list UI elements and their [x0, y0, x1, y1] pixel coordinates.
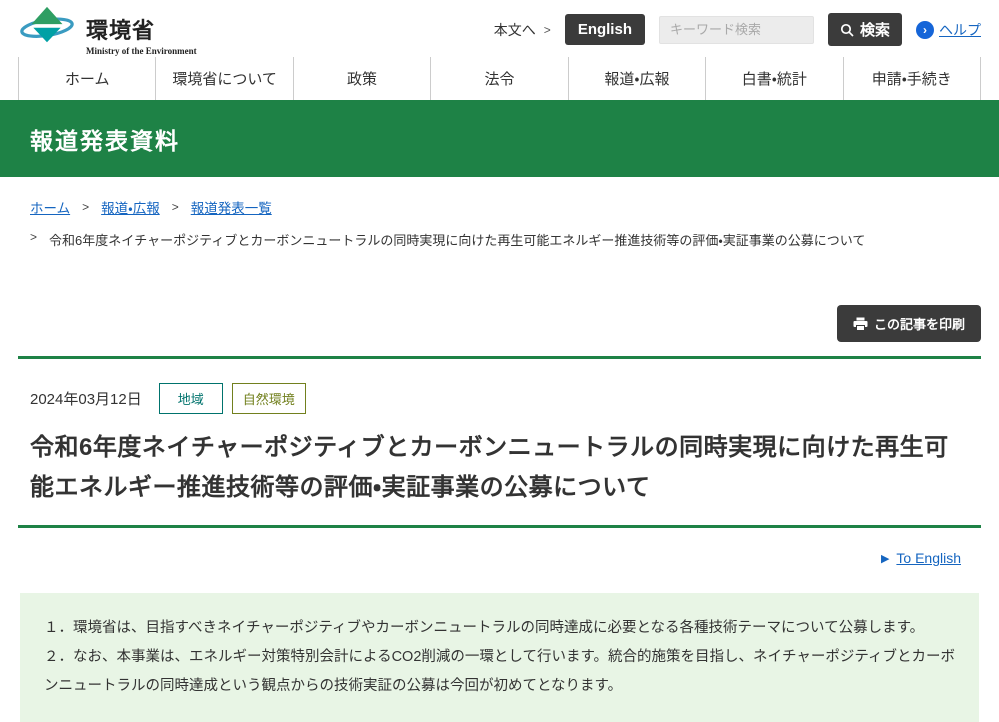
breadcrumb-link-press-list[interactable]: 報道発表一覧	[191, 197, 272, 217]
page-banner-title: 報道発表資料	[30, 122, 180, 156]
header-utilities: 本文へ > English 検索 › ヘルプ	[494, 13, 981, 46]
print-button-label: この記事を印刷	[874, 314, 965, 333]
green-divider-top	[18, 356, 981, 359]
nav-item-procedures[interactable]: 申請・手続き	[843, 57, 981, 100]
moe-logo[interactable]: 環境省 Ministry of the Environment	[18, 5, 197, 56]
breadcrumb: ホーム > 報道・広報 > 報道発表一覧 > 令和6年度ネイチャーポジティブとカ…	[0, 177, 999, 249]
summary-paragraph-1: １．環境省は、目指すべきネイチャーポジティブやカーボンニュートラルの同時達成に必…	[44, 614, 955, 643]
logo-texts: 環境省 Ministry of the Environment	[30, 13, 197, 56]
skip-to-content-link[interactable]: 本文へ >	[494, 20, 551, 40]
article-date: 2024年03月12日	[30, 388, 142, 409]
nav-item-press[interactable]: 報道・広報	[568, 57, 705, 100]
breadcrumb-separator: >	[82, 200, 89, 214]
green-divider-bottom	[18, 525, 981, 528]
help-link[interactable]: › ヘルプ	[916, 20, 981, 40]
to-english-link[interactable]: ▶ To English	[881, 550, 961, 566]
search-button[interactable]: 検索	[828, 13, 902, 46]
triangle-right-icon: ▶	[881, 552, 889, 565]
page-banner: 報道発表資料	[0, 100, 999, 177]
english-button-label: English	[578, 21, 632, 38]
site-header: 環境省 Ministry of the Environment 本文へ > En…	[0, 0, 999, 57]
breadcrumb-links-line: ホーム > 報道・広報 > 報道発表一覧	[30, 197, 981, 217]
search-icon	[840, 23, 854, 37]
breadcrumb-separator: >	[172, 200, 179, 214]
breadcrumb-separator: >	[30, 230, 37, 249]
tag-region[interactable]: 地域	[159, 383, 223, 414]
nav-item-policy[interactable]: 政策	[293, 57, 430, 100]
global-nav: ホーム 環境省について 政策 法令 報道・広報 白書・統計 申請・手続き	[0, 57, 999, 100]
article-title: 令和6年度ネイチャーポジティブとカーボンニュートラルの同時実現に向けた再生可能エ…	[30, 428, 969, 507]
logo-subtitle: Ministry of the Environment	[86, 46, 197, 56]
logo-title: 環境省	[86, 13, 197, 45]
to-english-label: To English	[896, 550, 961, 566]
skip-link-label: 本文へ	[494, 20, 536, 40]
search-input[interactable]	[659, 16, 814, 44]
nav-item-laws[interactable]: 法令	[430, 57, 567, 100]
help-circle-icon: ›	[916, 21, 934, 39]
print-row: この記事を印刷	[0, 305, 999, 342]
tag-nature[interactable]: 自然環境	[232, 383, 306, 414]
nav-item-whitepaper[interactable]: 白書・統計	[705, 57, 842, 100]
nav-item-about[interactable]: 環境省について	[155, 57, 292, 100]
article-meta-row: 2024年03月12日 地域 自然環境	[0, 383, 999, 414]
breadcrumb-current-line: > 令和6年度ネイチャーポジティブとカーボンニュートラルの同時実現に向けた再生可…	[30, 230, 981, 249]
search-button-label: 検索	[860, 19, 890, 40]
print-article-button[interactable]: この記事を印刷	[837, 305, 981, 342]
breadcrumb-current: 令和6年度ネイチャーポジティブとカーボンニュートラルの同時実現に向けた再生可能エ…	[49, 230, 865, 249]
english-button[interactable]: English	[565, 14, 645, 45]
nav-item-home[interactable]: ホーム	[18, 57, 155, 100]
breadcrumb-link-home[interactable]: ホーム	[30, 197, 70, 217]
summary-paragraph-2: ２．なお、本事業は、エネルギー対策特別会計によるCO2削減の一環として行います。…	[44, 643, 955, 701]
chevron-right-icon: >	[544, 23, 551, 37]
article-summary-box: １．環境省は、目指すべきネイチャーポジティブやカーボンニュートラルの同時達成に必…	[20, 593, 979, 722]
printer-icon	[853, 317, 868, 331]
help-link-label: ヘルプ	[939, 20, 981, 40]
to-english-row: ▶ To English	[0, 550, 999, 566]
breadcrumb-link-press[interactable]: 報道・広報	[101, 197, 160, 217]
